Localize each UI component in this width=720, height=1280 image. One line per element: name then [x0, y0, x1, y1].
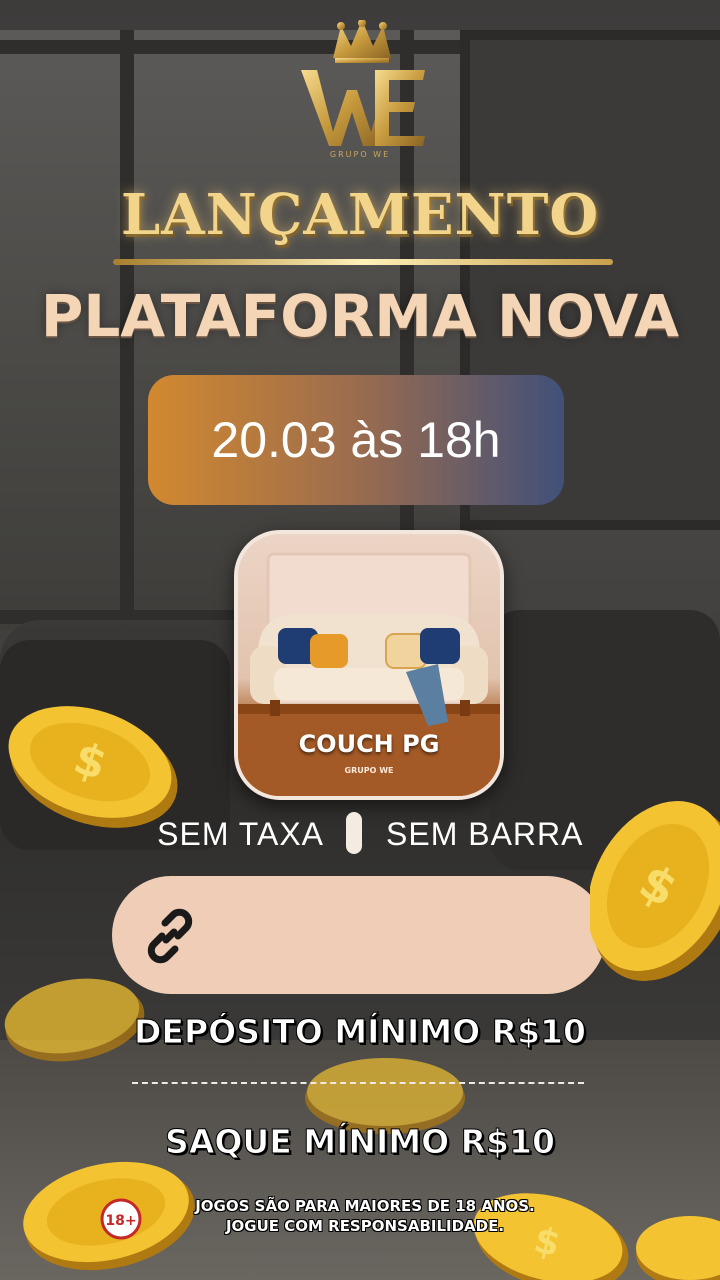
coin-icon: $	[8, 706, 178, 828]
disclaimer-line: JOGOS SÃO PARA MAIORES DE 18 ANOS.	[195, 1197, 535, 1215]
coin-icon	[636, 1216, 720, 1280]
disclaimer-line: JOGUE COM RESPONSABILIDADE.	[225, 1217, 505, 1235]
responsibility-disclaimer: JOGOS SÃO PARA MAIORES DE 18 ANOS. JOGUE…	[150, 1196, 580, 1236]
app-name: COUCH PG	[298, 730, 440, 758]
coin-icon: $	[590, 801, 720, 981]
launch-date-text: 20.03 às 18h	[211, 412, 501, 468]
grupo-we-logo	[301, 20, 425, 146]
feature-no-limit: SEM BARRA	[386, 816, 584, 852]
headline: LANÇAMENTO	[120, 182, 600, 248]
link-icon	[147, 908, 193, 964]
app-icon-card[interactable]: COUCH PG GRUPO WE	[234, 530, 504, 800]
subheadline: PLATAFORMA NOVA	[40, 282, 680, 350]
dashed-divider	[132, 1082, 584, 1084]
age-restriction-icon: 18+	[100, 1198, 142, 1240]
headline-underline	[113, 259, 613, 265]
launch-date-badge: 20.03 às 18h	[148, 375, 564, 505]
age-badge-text: 18+	[105, 1213, 136, 1229]
logo-subtitle: GRUPO WE	[329, 150, 391, 159]
feature-separator	[346, 812, 362, 854]
link-button[interactable]	[112, 876, 606, 994]
minimum-withdraw-text: SAQUE MÍNIMO R$10	[165, 1122, 556, 1162]
app-subtitle: GRUPO WE	[344, 766, 394, 775]
minimum-deposit-text: DEPÓSITO MÍNIMO R$10	[134, 1012, 587, 1052]
